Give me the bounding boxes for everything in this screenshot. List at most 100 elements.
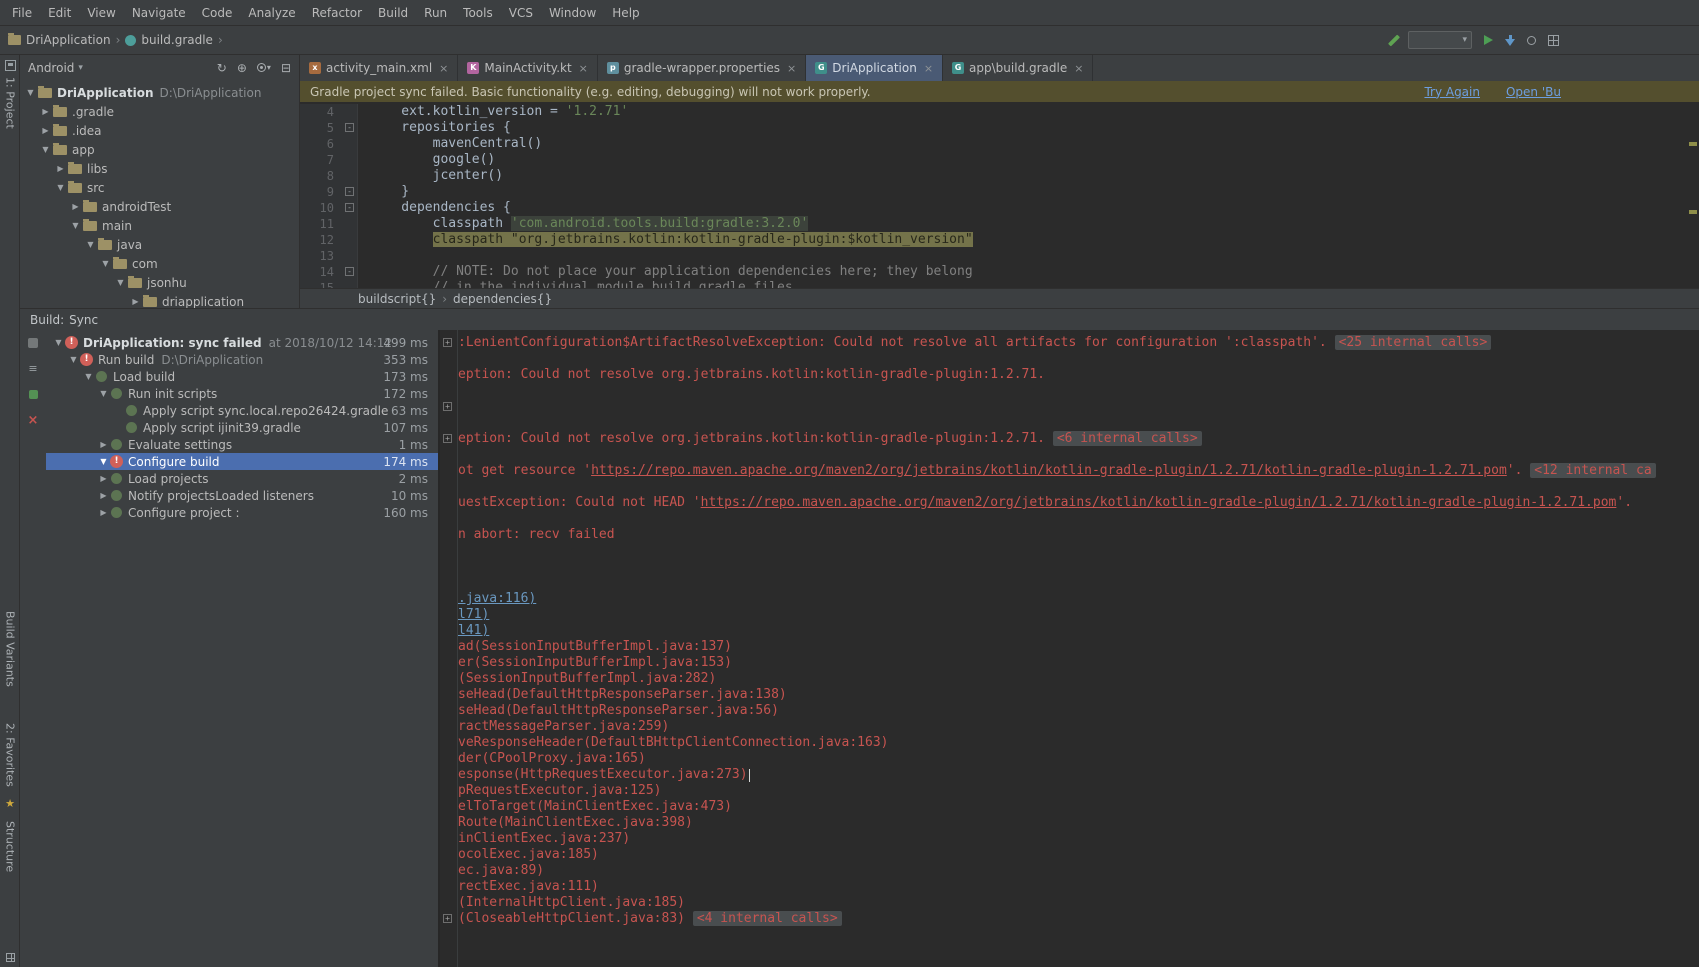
tree-arrow-icon[interactable]: ▶ <box>39 126 52 135</box>
project-tree-item[interactable]: ▶ libs <box>20 159 299 178</box>
tree-arrow-icon[interactable]: ▼ <box>82 372 95 381</box>
gradle-sync-icon[interactable] <box>1387 33 1401 47</box>
build-tree-item[interactable]: Apply script ijinit39.gradle 107 ms <box>46 419 438 436</box>
fold-icon[interactable]: + <box>443 338 452 347</box>
tree-arrow-icon[interactable]: ▼ <box>114 278 127 287</box>
filter-icon[interactable]: ≡ <box>28 363 37 374</box>
tree-arrow-icon[interactable]: ▶ <box>97 508 110 517</box>
stacktrace-link[interactable]: l71) <box>458 607 489 622</box>
collapse-all-icon[interactable]: ⊟ <box>281 61 291 75</box>
build-console[interactable]: +:LenientConfiguration$ArtifactResolveEx… <box>440 330 1699 967</box>
stop-icon[interactable] <box>28 338 38 348</box>
code-line[interactable]: 8 jcenter() <box>300 168 1699 184</box>
build-tree-item[interactable]: ▼! DriApplication: sync failed at 2018/10/… <box>46 334 438 351</box>
menu-item-analyze[interactable]: Analyze <box>240 3 303 23</box>
code-line[interactable]: 11 classpath 'com.android.tools.build:gr… <box>300 216 1699 232</box>
tab-close-icon[interactable]: × <box>787 62 796 75</box>
project-tree-item[interactable]: ▼ jsonhu <box>20 273 299 292</box>
attach-debugger-icon[interactable] <box>1505 35 1515 46</box>
menu-item-refactor[interactable]: Refactor <box>304 3 370 23</box>
project-tree-item[interactable]: ▶ driapplication <box>20 292 299 308</box>
locate-icon[interactable]: ⊕ <box>237 61 247 75</box>
navbar-item-file[interactable]: build.gradle <box>141 33 213 47</box>
url-link[interactable]: https://repo.maven.apache.org/maven2/org… <box>701 495 1617 510</box>
fold-icon[interactable]: - <box>345 187 354 196</box>
run-button[interactable] <box>1484 35 1493 45</box>
build-tree-item[interactable]: ▶ Evaluate settings 1 ms <box>46 436 438 453</box>
warning-stripe-mark[interactable] <box>1689 142 1697 146</box>
code-area[interactable]: 4 ext.kotlin_version = '1.2.71' 5- reposi… <box>300 102 1699 288</box>
tree-arrow-icon[interactable]: ▼ <box>39 145 52 154</box>
menu-item-build[interactable]: Build <box>370 3 416 23</box>
sync-icon[interactable]: ↻ <box>217 61 227 75</box>
settings-gear-icon[interactable]: ▾ <box>256 63 271 72</box>
tree-arrow-icon[interactable]: ▼ <box>52 338 65 347</box>
tree-arrow-icon[interactable]: ▼ <box>67 355 80 364</box>
export-icon[interactable] <box>28 390 38 399</box>
code-line[interactable]: 14- // NOTE: Do not place your applicati… <box>300 264 1699 280</box>
menu-item-run[interactable]: Run <box>416 3 455 23</box>
project-tree-item[interactable]: ▶ androidTest <box>20 197 299 216</box>
build-tree-item[interactable]: ▶ Load projects 2 ms <box>46 470 438 487</box>
tree-arrow-icon[interactable]: ▶ <box>97 474 110 483</box>
tree-arrow-icon[interactable]: ▼ <box>99 259 112 268</box>
profile-button[interactable] <box>1527 35 1536 45</box>
tree-arrow-icon[interactable]: ▼ <box>54 183 67 192</box>
code-line[interactable]: 4 ext.kotlin_version = '1.2.71' <box>300 104 1699 120</box>
menu-item-code[interactable]: Code <box>194 3 241 23</box>
tree-arrow-icon[interactable]: ▼ <box>97 457 110 466</box>
code-line[interactable]: 12 classpath "org.jetbrains.kotlin:kotli… <box>300 232 1699 248</box>
fold-icon[interactable]: - <box>345 267 354 276</box>
stacktrace-link[interactable]: .java:116) <box>458 591 536 606</box>
tree-arrow-icon[interactable]: ▶ <box>54 164 67 173</box>
bottom-tool-windows-icon[interactable] <box>0 953 20 962</box>
breadcrumb-buildscript[interactable]: buildscript{} <box>358 292 436 306</box>
tab-close-icon[interactable]: × <box>1074 62 1083 75</box>
tree-arrow-icon[interactable]: ▶ <box>97 491 110 500</box>
fold-icon[interactable]: - <box>345 123 354 132</box>
project-tree-item[interactable]: ▼ java <box>20 235 299 254</box>
menu-item-edit[interactable]: Edit <box>40 3 79 23</box>
project-tree-item[interactable]: ▼ src <box>20 178 299 197</box>
tab-close-icon[interactable]: × <box>439 62 448 75</box>
tree-arrow-icon[interactable]: ▼ <box>24 88 37 97</box>
menu-item-help[interactable]: Help <box>604 3 647 23</box>
editor-tab-mainactivity-kt[interactable]: K MainActivity.kt × <box>458 55 598 81</box>
tool-windows-icon[interactable] <box>1548 34 1559 46</box>
menu-item-vcs[interactable]: VCS <box>501 3 541 23</box>
build-tree-item[interactable]: ▼ Load build 173 ms <box>46 368 438 385</box>
code-line[interactable]: 9- } <box>300 184 1699 200</box>
warning-stripe-mark[interactable] <box>1689 210 1697 214</box>
code-line[interactable]: 15 // in the individual module build.gra… <box>300 280 1699 288</box>
close-icon[interactable]: × <box>28 414 39 427</box>
open-build-view-link[interactable]: Open 'Bu <box>1506 85 1561 99</box>
code-line[interactable]: 10- dependencies { <box>300 200 1699 216</box>
editor-tab-activity-main-xml[interactable]: x activity_main.xml × <box>300 55 459 81</box>
tab-close-icon[interactable]: × <box>579 62 588 75</box>
build-tree-item[interactable]: ▶ Notify projectsLoaded listeners 10 ms <box>46 487 438 504</box>
project-tree-item[interactable]: ▶ .idea <box>20 121 299 140</box>
code-line[interactable]: 5- repositories { <box>300 120 1699 136</box>
stacktrace-link[interactable]: l41) <box>458 623 489 638</box>
code-line[interactable]: 13 <box>300 248 1699 264</box>
project-tree-item[interactable]: ▼ main <box>20 216 299 235</box>
project-tree-item[interactable]: ▼ DriApplication D:\DriApplication <box>20 83 299 102</box>
project-tree-item[interactable]: ▼ app <box>20 140 299 159</box>
tree-arrow-icon[interactable]: ▶ <box>97 440 110 449</box>
tree-arrow-icon[interactable]: ▼ <box>97 389 110 398</box>
fold-icon[interactable]: + <box>443 914 452 923</box>
fold-icon[interactable]: - <box>345 203 354 212</box>
try-again-link[interactable]: Try Again <box>1424 85 1480 99</box>
editor-tab-gradle-wrapper-properties[interactable]: p gradle-wrapper.properties × <box>598 55 807 81</box>
build-tree-item[interactable]: ▼! Configure build 174 ms <box>46 453 438 470</box>
tree-arrow-icon[interactable]: ▶ <box>39 107 52 116</box>
menu-item-tools[interactable]: Tools <box>455 3 501 23</box>
code-line[interactable]: 6 mavenCentral() <box>300 136 1699 152</box>
tree-arrow-icon[interactable]: ▶ <box>129 297 142 306</box>
build-tree-item[interactable]: Apply script sync.local.repo26424.gradle… <box>46 402 438 419</box>
menu-item-file[interactable]: File <box>4 3 40 23</box>
url-link[interactable]: https://repo.maven.apache.org/maven2/org… <box>591 463 1507 478</box>
tree-arrow-icon[interactable]: ▼ <box>84 240 97 249</box>
menu-item-window[interactable]: Window <box>541 3 604 23</box>
editor-tab-driapplication[interactable]: G DriApplication × <box>806 55 944 81</box>
